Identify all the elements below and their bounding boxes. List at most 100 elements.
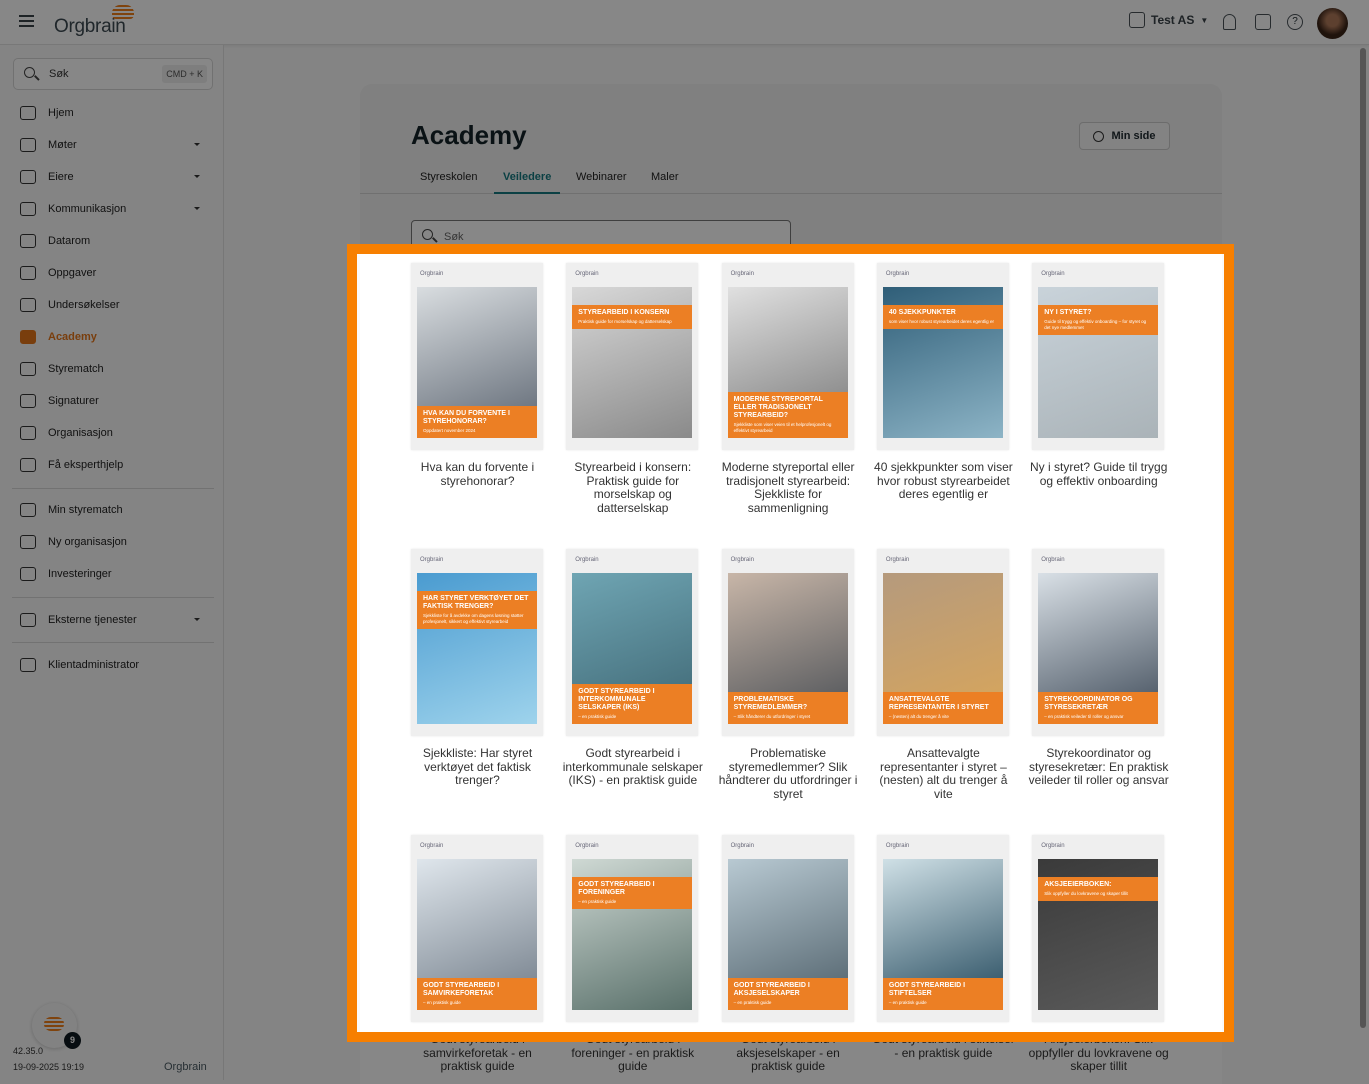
guide-title[interactable]: Ansattevalgte representanter i styret – …: [871, 746, 1016, 801]
sidebar-item-external-services[interactable]: Eksterne tjenester: [20, 608, 200, 632]
sidebar-item-unders-kelser[interactable]: Undersøkelser: [20, 293, 200, 317]
sidebar-item-kommunikasjon[interactable]: Kommunikasjon: [20, 197, 200, 221]
cover-logo: Orgbrain: [885, 271, 910, 277]
nav-icon: [20, 106, 36, 120]
cover-subtitle: – Slik håndterer du utfordringer i styre…: [733, 714, 811, 719]
guide-search-input[interactable]: Søk: [411, 220, 791, 252]
guide-cover[interactable]: Orgbrain Styrearbeid i konsern Praktisk gu…: [566, 263, 699, 450]
guide-cover[interactable]: Orgbrain Godt styrearbeid i foreninger – e…: [566, 835, 699, 1022]
guide-cover[interactable]: Orgbrain Aksjeeierboken: Slik oppfyller du…: [1032, 835, 1165, 1022]
guide-title[interactable]: Moderne styreportal eller tradisjonelt s…: [716, 460, 861, 515]
divider: [12, 642, 214, 643]
chat-icon[interactable]: [1255, 14, 1271, 30]
sidebar-item-investeringer[interactable]: Investeringer: [20, 562, 200, 586]
company-selector[interactable]: Test AS ▼: [1129, 12, 1208, 28]
button-label: Min side: [1111, 130, 1156, 142]
sidebar-item-hjem[interactable]: Hjem: [20, 101, 200, 125]
sidebar-item-ny-organisasjon[interactable]: Ny organisasjon: [20, 530, 200, 554]
guide-title[interactable]: Godt styrearbeid i aksjeselskaper - en p…: [716, 1032, 861, 1074]
sidebar-item-academy[interactable]: Academy: [20, 325, 200, 349]
menu-icon[interactable]: [19, 15, 34, 27]
sidebar-item-datarom[interactable]: Datarom: [20, 229, 200, 253]
cover-logo: Orgbrain: [420, 271, 444, 277]
guide-cover[interactable]: Orgbrain Moderne styreportal eller tradis…: [721, 263, 854, 450]
cover-band: Moderne styreportal eller tradisjonelt s…: [727, 392, 848, 438]
guide-cover[interactable]: Orgbrain Styrekoordinator og styresekretæ…: [1032, 549, 1165, 736]
scrollbar[interactable]: [1360, 48, 1366, 1028]
tab-webinarer[interactable]: Webinarer: [576, 171, 627, 183]
cover-band: Ny i styret? Guide til trygg og effektiv …: [1038, 305, 1159, 335]
sidebar-item-styrematch[interactable]: Styrematch: [20, 357, 200, 381]
avatar[interactable]: [1317, 8, 1348, 39]
nodes-icon: [20, 613, 36, 627]
nav-icon: [20, 234, 36, 248]
guide-title[interactable]: Problematiske styremedlemmer? Slik håndt…: [716, 746, 861, 801]
cover-band: Problematiske styremedlemmer? – Slik hånd…: [727, 692, 848, 724]
guide-title[interactable]: Godt styrearbeid i samvirkeforetak - en …: [405, 1032, 550, 1074]
sidebar-item-oppgaver[interactable]: Oppgaver: [20, 261, 200, 285]
cover-subtitle: Sjekkliste for å avdekke om dagens løsni…: [423, 613, 524, 624]
cover-title: Styrearbeid i konsern: [578, 309, 670, 316]
sidebar-search[interactable]: Søk CMD + K: [13, 58, 213, 90]
cover-subtitle: – en praktisk guide: [578, 714, 617, 719]
chevron-down-icon: [194, 618, 200, 624]
sidebar-item-min-styrematch[interactable]: Min styrematch: [20, 498, 200, 522]
search-icon: [24, 67, 35, 78]
guide-cover[interactable]: Orgbrain Godt styrearbeid i samvirkeforet…: [411, 835, 543, 1022]
cover-band: Godt styrearbeid i interkommunale selska…: [572, 684, 693, 724]
nav-label: Få eksperthjelp: [48, 459, 124, 471]
guide-cover[interactable]: Orgbrain Ansattevalgte representanter i s…: [876, 549, 1009, 736]
search-label: Søk: [49, 68, 69, 80]
orgbrain-logo[interactable]: Orgbrain: [54, 16, 126, 38]
sidebar-item-m-ter[interactable]: Møter: [20, 133, 200, 157]
nav-icon: [20, 330, 36, 344]
nav-icon: [20, 170, 36, 184]
guide-cover[interactable]: Orgbrain Godt styrearbeid i interkommunal…: [566, 549, 699, 736]
guide-title[interactable]: Ny i styret? Guide til trygg og effektiv…: [1026, 460, 1171, 488]
sidebar-item-client-admin[interactable]: Klientadministrator: [20, 653, 200, 677]
building-icon: [1129, 12, 1145, 28]
guide-cover[interactable]: Orgbrain Godt styrearbeid i aksjeselskape…: [721, 835, 854, 1022]
sidebar-item-f-eksperthjelp[interactable]: Få eksperthjelp: [20, 453, 200, 477]
guide-title[interactable]: Sjekkliste: Har styret verktøyet det fak…: [405, 746, 550, 788]
nav-label: Oppgaver: [48, 267, 97, 279]
cover-band: Godt styrearbeid i foreninger – en prakti…: [572, 877, 693, 909]
guide-title[interactable]: Styrekoordinator og styresekretær: En pr…: [1026, 746, 1171, 788]
guide-cover[interactable]: Orgbrain Problematiske styremedlemmer? – S…: [721, 549, 854, 736]
tab-veiledere[interactable]: Veiledere: [494, 171, 561, 194]
company-name: Test AS: [1151, 13, 1195, 27]
version: 42.35.0: [13, 1046, 44, 1056]
my-page-button[interactable]: Min side: [1079, 122, 1170, 150]
sidebar-item-signaturer[interactable]: Signaturer: [20, 389, 200, 413]
sidebar-item-eiere[interactable]: Eiere: [20, 165, 200, 189]
guide-title[interactable]: Godt styrearbeid i interkommunale selska…: [560, 746, 705, 788]
guide-cover[interactable]: Orgbrain Hva kan du forvente i STYREHONOR…: [411, 263, 543, 450]
tab-maler[interactable]: Maler: [651, 171, 679, 183]
nav-label: Eiere: [48, 171, 74, 183]
bell-icon[interactable]: [1223, 14, 1236, 30]
cover-title: Aksjeeierboken:: [1044, 881, 1112, 888]
guide-cover[interactable]: Orgbrain Har styret verktøyet det faktisk…: [411, 549, 543, 736]
guide-cover[interactable]: Orgbrain Ny i styret? Guide til trygg og e…: [1032, 263, 1165, 450]
sidebar-item-organisasjon[interactable]: Organisasjon: [20, 421, 200, 445]
guide-cover[interactable]: Orgbrain Godt styrearbeid i stiftelser – e…: [876, 835, 1009, 1022]
guide-title[interactable]: Godt styrearbeid i foreninger - en prakt…: [560, 1032, 705, 1074]
help-icon[interactable]: ?: [1287, 14, 1303, 30]
tab-styreskolen[interactable]: Styreskolen: [420, 171, 477, 183]
guide-title[interactable]: 40 sjekkpunkter som viser hvor robust st…: [871, 460, 1016, 502]
guide-title[interactable]: Styrearbeid i konsern: Praktisk guide fo…: [560, 460, 705, 515]
guide-title[interactable]: Hva kan du forvente i styrehonorar?: [405, 460, 550, 488]
cover-logo: Orgbrain: [730, 557, 754, 563]
cover-subtitle: – en praktisk guide: [733, 1000, 772, 1005]
cover-subtitle: – en praktisk guide: [423, 1000, 461, 1005]
cover-logo: Orgbrain: [420, 557, 444, 563]
guide-cover[interactable]: Orgbrain 40 sjekkpunkter som viser hvor ro…: [876, 263, 1009, 450]
cover-logo: Orgbrain: [575, 557, 599, 563]
nav-label: Organisasjon: [48, 427, 113, 439]
cover-logo: Orgbrain: [1041, 271, 1065, 277]
guide-title[interactable]: Godt styrearbeid i stiftelser - en prakt…: [871, 1032, 1016, 1060]
nav-label: Klientadministrator: [48, 659, 140, 671]
cover-subtitle: – en praktisk veileder til roller og ans…: [1044, 714, 1124, 719]
guide-title[interactable]: Aksjeeierboken: Slik oppfyller du lovkra…: [1026, 1032, 1171, 1074]
cover-band: Aksjeeierboken: Slik oppfyller du lovkrav…: [1038, 877, 1159, 901]
